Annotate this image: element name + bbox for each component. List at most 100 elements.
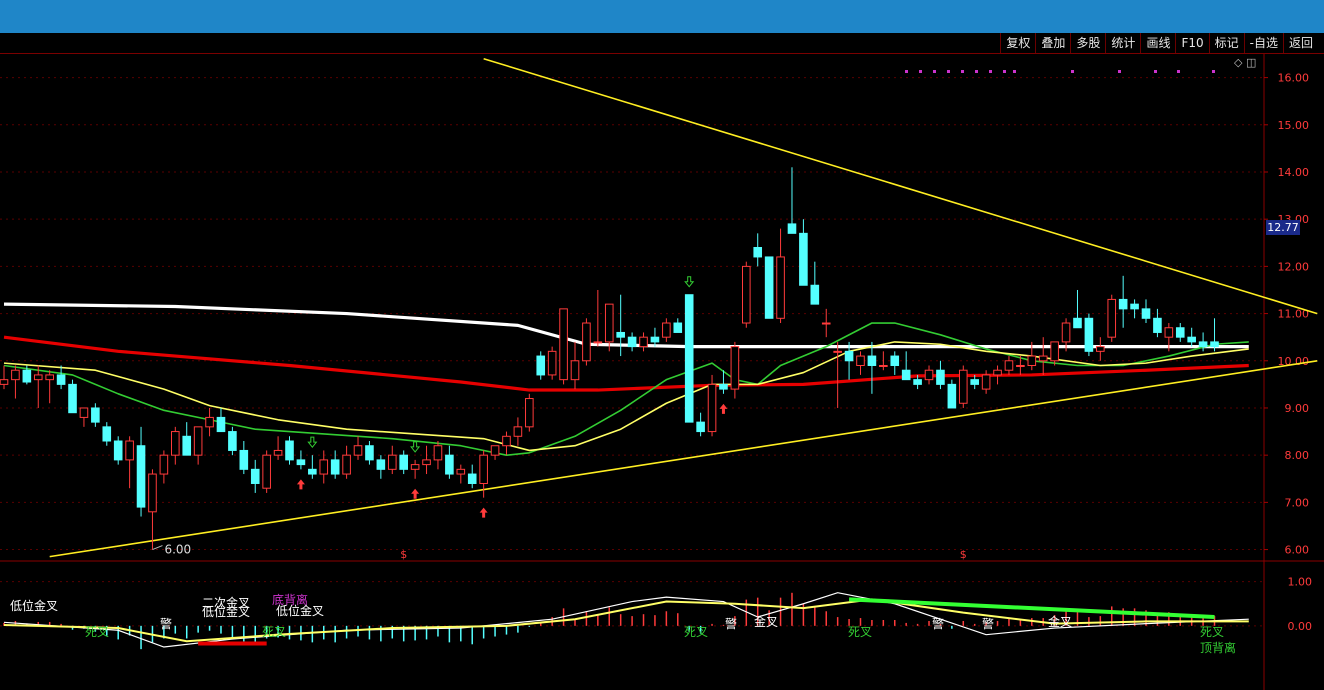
candle-body [799,232,808,286]
macd-annotation: 金叉 [754,614,778,629]
candle-body [159,454,169,475]
candle-body [125,440,134,461]
signal-dot [989,70,992,73]
candle-body [901,369,911,381]
candle-body [1016,364,1025,367]
y-tick-label: 14.00 [1278,166,1310,179]
candle-body [433,445,443,461]
candle-body [216,416,226,433]
toolbar-items: 复权 叠加 多股 统计 画线 F10 标记 -自选 返回 [1000,33,1318,53]
candle-body [33,374,43,381]
square-icon[interactable]: ◫ [1246,56,1256,69]
candle-body [1118,298,1128,310]
candle-body [650,336,660,343]
candle-body [856,355,865,366]
candle-body [205,416,214,428]
divergence-line [848,597,1215,619]
candle-body [1004,360,1014,371]
signal-dot [947,70,950,73]
candle-body [742,265,751,324]
candle-body [1141,308,1151,319]
sell-arrow-icon [684,276,695,288]
signal-dot [1154,70,1157,73]
candle-body [262,454,271,489]
candle-body [844,350,854,362]
toolbar-button-5[interactable]: F10 [1175,33,1208,53]
candle-body [696,421,705,433]
signal-dot [1118,70,1121,73]
sell-arrow-icon [307,436,318,448]
candle-body [719,383,728,390]
candle-body [525,398,534,428]
toolbar-button-6[interactable]: 标记 [1208,33,1244,53]
s-marker: $ [400,548,407,561]
trend-line [483,57,1318,315]
candle-body [1073,317,1082,329]
candle-body [193,426,203,456]
candle-body [1027,355,1037,366]
candle-body [1187,336,1196,343]
y-tick-label: 7.00 [1285,496,1310,509]
signal-dot [1071,70,1074,73]
candle-body [947,383,957,409]
candle-body [273,449,283,456]
candle-body [365,445,374,461]
y-tick-label: 9.00 [1285,402,1310,415]
buy-arrow-icon [411,488,420,499]
macd-tick-label: 1.00 [1288,576,1313,589]
signal-dot [1003,70,1006,73]
candle-body [445,454,454,475]
candle-body [79,407,89,418]
candle-body [467,473,477,484]
candle-body [787,223,797,234]
signal-dot [1177,70,1180,73]
stock-chart[interactable]: 6.007.008.009.0010.0011.0012.0013.0014.0… [0,54,1324,690]
toolbar-button-4[interactable]: 画线 [1140,33,1175,53]
candle-body [684,294,694,423]
candle-body [330,459,340,475]
candle-body [627,336,637,348]
low-marker-label: 6.00 [164,543,191,557]
candle-body [490,445,500,456]
candle-body [308,468,317,475]
candle-body [810,284,820,305]
candle-body [296,459,306,466]
macd-annotation: 警 [932,616,944,631]
candle-body [102,426,112,442]
candle-body [993,369,1002,376]
candle-body [970,379,980,385]
current-price-label: 12.77 [1266,220,1300,235]
candle-body [387,454,397,470]
toolbar-button-1[interactable]: 叠加 [1035,33,1070,53]
candle-body [502,435,511,447]
macd-annotation: 顶背离 [1200,640,1236,655]
toolbar-button-0[interactable]: 复权 [1000,33,1035,53]
toolbar-button-2[interactable]: 多股 [1070,33,1105,53]
candle-body [456,468,466,475]
toolbar-button-3[interactable]: 统计 [1105,33,1140,53]
toolbar-button-8[interactable]: 返回 [1282,33,1318,53]
y-tick-label: 15.00 [1278,119,1310,132]
candle-body [593,341,603,344]
y-tick-label: 6.00 [1285,544,1310,557]
candle-body [821,322,831,325]
candle-body [604,303,614,343]
candle-body [1198,341,1208,348]
candle-body [1061,322,1071,343]
signal-dot [919,70,922,73]
buy-arrow-icon [719,403,728,414]
candle-body [136,445,146,508]
candle-body [228,431,237,451]
candle-body [1050,341,1059,362]
candle-body [570,360,580,381]
candle-body [867,355,877,366]
candle-body [913,379,922,385]
candle-body [582,322,591,362]
candle-body [422,459,431,466]
toolbar-button-7[interactable]: -自选 [1243,33,1283,53]
diamond-icon[interactable]: ◇ [1234,56,1242,69]
candle-body [1210,341,1219,348]
candle-body [182,435,192,456]
candle-body [776,256,785,319]
candle-body [639,336,648,348]
